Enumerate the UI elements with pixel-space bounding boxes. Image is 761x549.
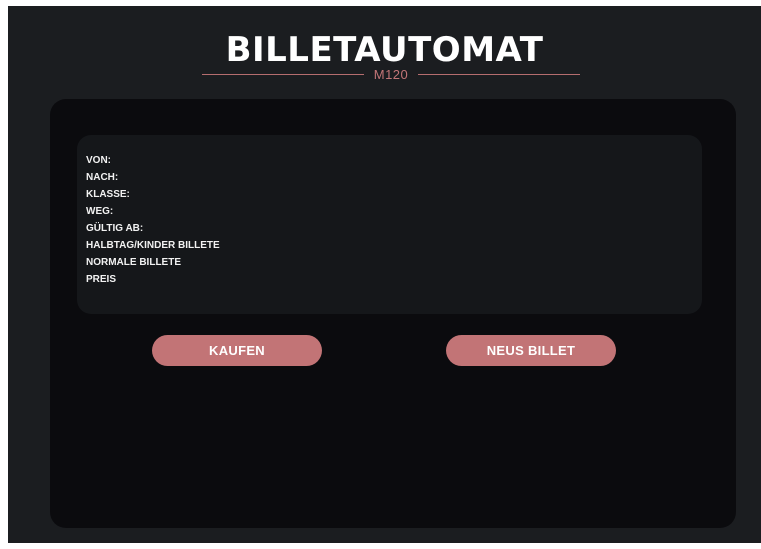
info-label-von: VON: [86,155,111,166]
buy-button[interactable]: KAUFEN [152,335,322,366]
info-label-halbtag-kinder: HALBTAG/KINDER BILLETE [86,240,220,251]
info-label-nach: NACH: [86,172,119,183]
info-label-normale-billete: NORMALE BILLETE [86,257,181,268]
info-label-gueltig-ab: GÜLTIG AB: [86,223,144,234]
info-label-klasse: KLASSE: [86,189,130,200]
ticket-info-card: VON: NACH: KLASSE: WEG: GÜLTIG AB: HALBT… [77,135,702,314]
divider-right [418,74,580,75]
page-title: BILLETAUTOMAT [225,30,544,70]
info-label-weg: WEG: [86,206,114,217]
subtitle-row: M120 [202,66,580,86]
header: BILLETAUTOMAT M120 [8,6,761,101]
info-label-preis: PREIS [86,274,117,285]
new-ticket-button[interactable]: NEUS BILLET [446,335,616,366]
main-panel: VON: NACH: KLASSE: WEG: GÜLTIG AB: HALBT… [50,99,736,528]
app-window: BILLETAUTOMAT M120 VON: NACH: KLASSE: WE… [8,6,761,543]
ticket-info-list: VON: NACH: KLASSE: WEG: GÜLTIG AB: HALBT… [86,152,220,288]
